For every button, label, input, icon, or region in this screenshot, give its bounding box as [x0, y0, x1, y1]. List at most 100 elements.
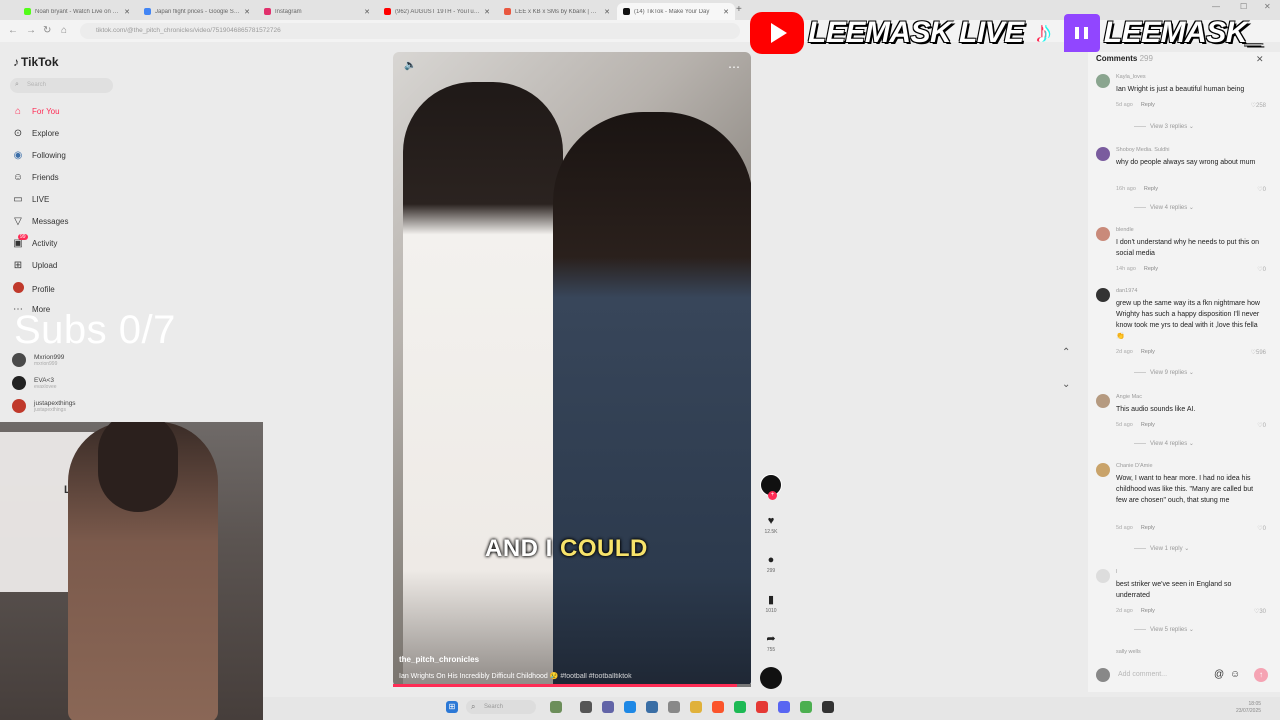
sidebar-item-friends[interactable]: ☺ Friends: [12, 172, 59, 183]
home-icon[interactable]: ⌂: [61, 25, 67, 36]
comment-username[interactable]: dan1974: [1116, 288, 1137, 294]
follow-plus-icon[interactable]: +: [768, 491, 777, 500]
reply-button[interactable]: Reply: [1141, 525, 1155, 531]
browser-tab[interactable]: Instagram ✕: [258, 3, 376, 20]
browser-tab[interactable]: Noah bryant - Watch Live on Kick ✕: [18, 3, 136, 20]
system-clock[interactable]: 18:05 23/07/2025: [1236, 701, 1261, 715]
avatar[interactable]: [1096, 74, 1110, 88]
share-button[interactable]: ➦ 755: [758, 632, 784, 653]
comment-like-button[interactable]: ♡596: [1251, 349, 1266, 356]
close-comments-icon[interactable]: ✕: [1256, 54, 1264, 65]
comment-like-button[interactable]: ♡0: [1257, 525, 1266, 532]
save-button[interactable]: ▮ 1010: [758, 593, 784, 614]
like-button[interactable]: ♥ 12.5K: [758, 515, 784, 535]
comment-like-button[interactable]: ♡0: [1257, 266, 1266, 273]
sidebar-item-following[interactable]: ◉ Following: [12, 150, 66, 161]
edge-icon[interactable]: [624, 701, 636, 713]
avatar[interactable]: [1096, 147, 1110, 161]
next-video-chevron-down-icon[interactable]: ⌄: [1062, 379, 1070, 390]
reply-button[interactable]: Reply: [1141, 349, 1155, 355]
comment-username[interactable]: Shoboy Media. Suldhi: [1116, 147, 1170, 153]
back-arrow-icon[interactable]: ←: [8, 25, 18, 36]
close-tab-icon[interactable]: ✕: [364, 8, 370, 16]
sidebar-item-upload[interactable]: ⊞ Upload: [12, 260, 58, 271]
sidebar-item-messages[interactable]: ▽ Messages: [12, 216, 68, 227]
discord-app-icon[interactable]: [778, 701, 790, 713]
close-tab-icon[interactable]: ✕: [124, 8, 130, 16]
windows-start-icon[interactable]: ⊞: [446, 701, 458, 713]
send-arrow-icon[interactable]: ↑: [1254, 668, 1268, 682]
avatar[interactable]: [1096, 394, 1110, 408]
reply-button[interactable]: Reply: [1144, 266, 1158, 272]
emoji-icon[interactable]: ☺: [1230, 669, 1240, 680]
video-player[interactable]: [393, 52, 751, 687]
reload-icon[interactable]: ↻: [43, 25, 51, 36]
view-replies-button[interactable]: View 9 replies ⌄: [1134, 369, 1194, 376]
comment-username[interactable]: l: [1116, 569, 1117, 575]
sidebar-item-for-you[interactable]: ⌂ For You: [12, 106, 60, 117]
comment-username[interactable]: Kayla_loves: [1116, 74, 1146, 80]
browser-tab[interactable]: LEE x KB x SMs by Kbank | Spotify ✕: [498, 3, 616, 20]
following-account[interactable]: justapexthings justapexthings: [12, 399, 76, 413]
comment-username[interactable]: Chanie D'Amie: [1116, 463, 1153, 469]
avatar[interactable]: [1096, 288, 1110, 302]
following-account[interactable]: EVA<3 evaxlovee: [12, 376, 57, 390]
url-field[interactable]: tiktok.com/@the_pitch_chronicles/video/7…: [80, 23, 740, 39]
music-disc-button[interactable]: [758, 667, 784, 689]
tiktok-logo[interactable]: ♪ TikTok: [13, 55, 59, 69]
reply-button[interactable]: Reply: [1141, 422, 1155, 428]
app-icon[interactable]: [756, 701, 768, 713]
view-replies-button[interactable]: View 4 replies ⌄: [1134, 440, 1194, 447]
reply-button[interactable]: Reply: [1141, 608, 1155, 614]
close-window-icon[interactable]: ✕: [1264, 2, 1271, 11]
file-explorer-icon[interactable]: [690, 701, 702, 713]
sidebar-item-activity[interactable]: ▣ 99 Activity: [12, 234, 57, 249]
close-tab-icon[interactable]: ✕: [604, 8, 610, 16]
following-account[interactable]: Mxrion999 mxrion999: [12, 353, 64, 367]
browser-tab-active[interactable]: (14) TikTok - Make Your Day ✕: [617, 3, 735, 20]
browser-tab[interactable]: (962) AUGUST 19TH - YouTube ✕: [378, 3, 496, 20]
view-replies-button[interactable]: View 1 reply ⌄: [1134, 545, 1189, 552]
new-tab-plus-icon[interactable]: +: [736, 4, 742, 15]
sidebar-item-live[interactable]: ▭ LIVE: [12, 194, 49, 205]
avatar[interactable]: [1096, 227, 1110, 241]
comment-username[interactable]: blendle: [1116, 227, 1134, 233]
add-comment-input[interactable]: Add comment...: [1118, 671, 1167, 678]
reply-button[interactable]: Reply: [1144, 186, 1158, 192]
close-tab-icon[interactable]: ✕: [244, 8, 250, 16]
view-replies-button[interactable]: View 4 replies ⌄: [1134, 204, 1194, 211]
discord-icon[interactable]: [602, 701, 614, 713]
avatar[interactable]: [1096, 569, 1110, 583]
author-avatar-button[interactable]: +: [758, 474, 784, 500]
spotify-icon[interactable]: [734, 701, 746, 713]
settings-gear-icon[interactable]: [668, 701, 680, 713]
view-replies-button[interactable]: View 5 replies ⌄: [1134, 626, 1194, 633]
reply-button[interactable]: Reply: [1141, 102, 1155, 108]
brave-icon[interactable]: [712, 701, 724, 713]
close-tab-icon[interactable]: ✕: [484, 8, 490, 16]
search-input[interactable]: ⌕ Search: [10, 78, 113, 93]
comment-like-button[interactable]: ♡30: [1254, 608, 1266, 615]
sidebar-item-profile[interactable]: Profile: [12, 282, 55, 296]
volume-icon[interactable]: 🔈: [404, 60, 416, 71]
view-replies-button[interactable]: View 3 replies ⌄: [1134, 123, 1194, 130]
weather-widget-icon[interactable]: [550, 701, 562, 713]
comment-username[interactable]: sally wells: [1116, 649, 1141, 655]
taskbar-search-input[interactable]: ⌕ Search: [466, 700, 536, 714]
close-tab-icon[interactable]: ✕: [723, 8, 729, 16]
previous-video-chevron-up-icon[interactable]: ⌃: [1062, 347, 1070, 358]
comment-like-button[interactable]: ♡258: [1251, 102, 1266, 109]
comment-like-button[interactable]: ♡0: [1257, 422, 1266, 429]
forward-arrow-icon[interactable]: →: [26, 25, 36, 36]
video-progress-bar[interactable]: [393, 684, 751, 687]
comment-like-button[interactable]: ♡0: [1257, 186, 1266, 193]
task-view-icon[interactable]: [580, 701, 592, 713]
sidebar-item-explore[interactable]: ⊙ Explore: [12, 128, 59, 139]
comment-button[interactable]: ● 299: [758, 554, 784, 574]
mention-at-icon[interactable]: @: [1214, 669, 1224, 680]
obs-icon[interactable]: [822, 701, 834, 713]
hashtags[interactable]: #football #footballtiktok: [560, 673, 631, 680]
store-icon[interactable]: [646, 701, 658, 713]
avatar[interactable]: [1096, 463, 1110, 477]
chrome-icon[interactable]: [800, 701, 812, 713]
